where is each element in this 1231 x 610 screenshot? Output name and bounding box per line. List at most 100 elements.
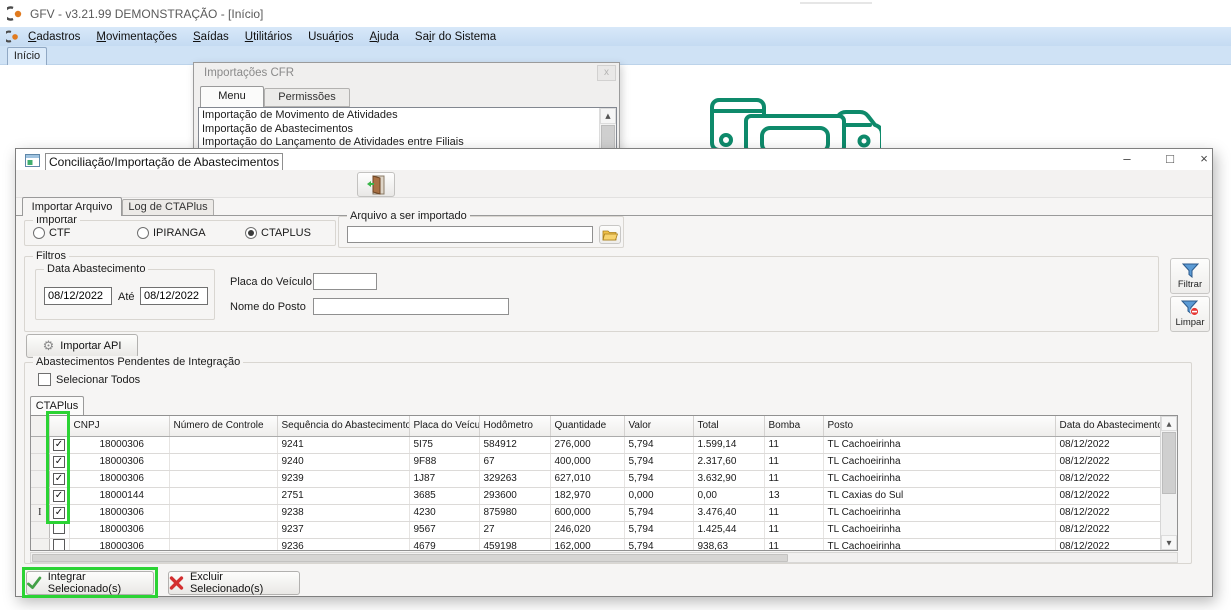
- importar-api-button[interactable]: ⚙ Importar API: [26, 334, 138, 358]
- row-checkbox-cell[interactable]: ✓: [49, 470, 69, 487]
- row-checkbox-cell[interactable]: [49, 538, 69, 551]
- tab-log-ctaplus[interactable]: Log de CTAPlus: [122, 199, 214, 216]
- integrar-label: Integrar Selecionado(s): [48, 571, 153, 595]
- cfr-tab-permissoes[interactable]: Permissões: [264, 88, 350, 107]
- nome-posto-label: Nome do Posto: [230, 301, 306, 313]
- cell-cnpj: 18000306: [69, 504, 169, 521]
- table-row[interactable]: ✓1800030692391J87329263627,0105,7943.632…: [31, 470, 1162, 487]
- placa-input[interactable]: [313, 273, 377, 290]
- col-checkbox: [49, 416, 69, 436]
- row-checkbox-cell[interactable]: ✓: [49, 504, 69, 521]
- row-checkbox-icon[interactable]: [53, 539, 65, 551]
- row-checkbox-icon[interactable]: ✓: [53, 439, 65, 451]
- data-to-input[interactable]: [140, 287, 208, 305]
- cell-quantidade: 600,000: [550, 504, 624, 521]
- scroll-thumb[interactable]: [32, 554, 788, 562]
- tab-ctaplus[interactable]: CTAPlus: [30, 396, 84, 415]
- table-row[interactable]: ✓1800014427513685293600182,9700,0000,001…: [31, 487, 1162, 504]
- row-checkbox-icon[interactable]: ✓: [53, 507, 65, 519]
- table-row[interactable]: 180003069237956727246,0205,7941.425,4411…: [31, 521, 1162, 538]
- excluir-label: Excluir Selecionado(s): [190, 571, 299, 595]
- limpar-button[interactable]: Limpar: [1170, 296, 1210, 332]
- col-sequencia[interactable]: Sequência do Abastecimento: [277, 416, 409, 436]
- scroll-down-icon[interactable]: ▼: [1161, 535, 1177, 550]
- row-checkbox-cell[interactable]: ✓: [49, 436, 69, 453]
- row-checkbox-cell[interactable]: [49, 521, 69, 538]
- table-row[interactable]: ✓1800030692409F8867400,0005,7942.317,601…: [31, 453, 1162, 470]
- scroll-thumb[interactable]: [1162, 432, 1176, 494]
- filtrar-button[interactable]: Filtrar: [1170, 258, 1210, 294]
- cell-data: 08/12/2022: [1055, 521, 1162, 538]
- list-item[interactable]: Importação de Abastecimentos: [199, 123, 616, 137]
- radio-option[interactable]: CTF: [33, 227, 70, 239]
- radio-label: IPIRANGA: [153, 227, 206, 239]
- arquivo-input[interactable]: [347, 226, 593, 243]
- cfr-titlebar: Importações CFR x: [194, 63, 619, 84]
- col-cnpj[interactable]: CNPJ: [69, 416, 169, 436]
- list-item[interactable]: Importação de Movimento de Atividades: [199, 109, 616, 123]
- cell-hodometro: 293600: [479, 487, 550, 504]
- col-placa[interactable]: Placa do Veículo: [409, 416, 479, 436]
- cell-hodometro: 875980: [479, 504, 550, 521]
- menu-item[interactable]: Usuários: [300, 29, 361, 45]
- cell-numero-controle: [169, 521, 277, 538]
- row-checkbox-cell[interactable]: ✓: [49, 453, 69, 470]
- col-data[interactable]: Data do Abastecimento: [1055, 416, 1162, 436]
- col-valor[interactable]: Valor: [624, 416, 693, 436]
- radio-option[interactable]: IPIRANGA: [137, 227, 206, 239]
- close-button[interactable]: ×: [1188, 149, 1220, 170]
- scroll-up-icon[interactable]: ▲: [600, 108, 616, 124]
- cell-numero-controle: [169, 470, 277, 487]
- table-row[interactable]: 1800030692364679459198162,0005,794938,63…: [31, 538, 1162, 551]
- scroll-up-icon[interactable]: ▲: [1161, 416, 1177, 431]
- menu-item[interactable]: Utilitários: [237, 29, 300, 45]
- table-row[interactable]: ✓1800030692415I75584912276,0005,7941.599…: [31, 436, 1162, 453]
- col-quantidade[interactable]: Quantidade: [550, 416, 624, 436]
- row-checkbox-icon[interactable]: ✓: [53, 456, 65, 468]
- radio-option[interactable]: CTAPLUS: [245, 227, 311, 239]
- vehicles-logo-icon: [706, 96, 881, 152]
- minimize-button[interactable]: –: [1111, 149, 1143, 170]
- col-hodometro[interactable]: Hodômetro: [479, 416, 550, 436]
- grid-horizontal-scrollbar[interactable]: [30, 552, 1178, 563]
- row-checkbox-icon[interactable]: ✓: [53, 490, 65, 502]
- maximize-button[interactable]: □: [1154, 149, 1186, 170]
- cfr-tabrow: Menu Permissões: [194, 84, 619, 107]
- cell-valor: 5,794: [624, 538, 693, 551]
- col-posto[interactable]: Posto: [823, 416, 1055, 436]
- row-checkbox-cell[interactable]: ✓: [49, 487, 69, 504]
- menu-item[interactable]: Cadastros: [20, 29, 88, 45]
- col-bomba[interactable]: Bomba: [764, 416, 823, 436]
- cell-data: 08/12/2022: [1055, 538, 1162, 551]
- grid-vertical-scrollbar[interactable]: ▲ ▼: [1160, 416, 1177, 550]
- tab-importar-arquivo[interactable]: Importar Arquivo: [22, 197, 122, 216]
- tab-inicio[interactable]: Início: [7, 47, 47, 65]
- menu-item[interactable]: Ajuda: [362, 29, 407, 45]
- menu-item[interactable]: Movimentações: [88, 29, 185, 45]
- data-from-input[interactable]: [44, 287, 112, 305]
- excluir-button[interactable]: Excluir Selecionado(s): [168, 571, 300, 595]
- cfr-close-button[interactable]: x: [597, 65, 616, 81]
- cell-total: 2.317,60: [693, 453, 764, 470]
- integrar-button[interactable]: Integrar Selecionado(s): [26, 571, 154, 595]
- selecionar-todos-label: Selecionar Todos: [56, 374, 140, 386]
- menu-item[interactable]: Sair do Sistema: [407, 29, 504, 45]
- cell-total: 3.632,90: [693, 470, 764, 487]
- row-checkbox-icon[interactable]: ✓: [53, 473, 65, 485]
- exit-button[interactable]: [357, 172, 395, 197]
- cell-total: 0,00: [693, 487, 764, 504]
- col-total[interactable]: Total: [693, 416, 764, 436]
- selecionar-todos-checkbox[interactable]: [38, 373, 51, 386]
- cell-data: 08/12/2022: [1055, 453, 1162, 470]
- menu-item[interactable]: Saídas: [185, 29, 237, 45]
- cfr-title: Importações CFR: [204, 67, 294, 79]
- table-row[interactable]: I✓1800030692384230875980600,0005,7943.47…: [31, 504, 1162, 521]
- nome-posto-input[interactable]: [313, 298, 509, 315]
- col-numero-controle[interactable]: Número de Controle: [169, 416, 277, 436]
- cell-placa: 3685: [409, 487, 479, 504]
- browse-folder-button[interactable]: [599, 225, 621, 244]
- row-checkbox-icon[interactable]: [53, 522, 65, 534]
- radio-icon: [245, 227, 257, 239]
- cfr-tab-menu[interactable]: Menu: [200, 86, 264, 107]
- pendentes-groupbox-label: Abastecimentos Pendentes de Integração: [33, 356, 243, 368]
